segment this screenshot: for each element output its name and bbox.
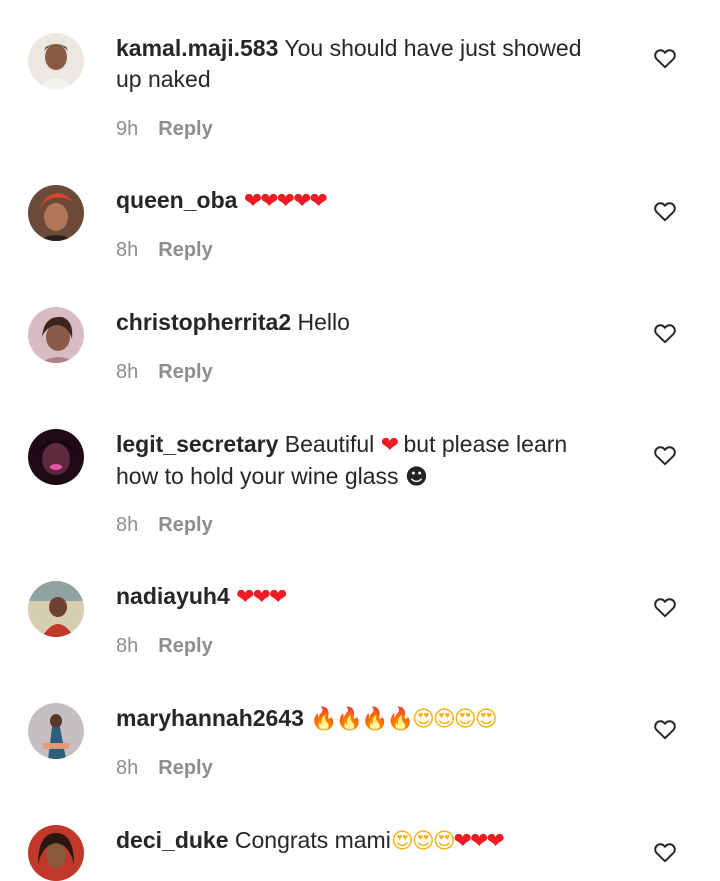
heart-outline-icon [654,202,676,222]
avatar[interactable] [28,429,84,485]
comment-text: deci_duke Congrats mami😍😍😍❤❤❤ [116,825,636,857]
comment-message-line2: how to hold your wine glass [116,463,399,489]
comment-body: queen_oba ❤❤❤❤❤ 8h Reply [116,185,636,261]
reply-button[interactable]: Reply [158,635,212,657]
heart-eyes-emoji: 😍😍😍😍 [411,707,498,732]
reply-button[interactable]: Reply [158,757,212,779]
heart-outline-icon [654,720,676,740]
comment-meta: 8h Reply [116,361,213,384]
reply-button[interactable]: Reply [158,239,212,261]
avatar[interactable] [28,307,84,363]
comment-meta: 8h Reply [116,757,213,780]
avatar[interactable] [28,581,84,637]
heart-outline-icon [654,843,676,863]
comment-body: kamal.maji.583 You should have just show… [116,33,636,140]
heart-outline-icon [654,446,676,466]
comment-text: maryhannah2643 🔥🔥🔥🔥😍😍😍😍 [116,703,636,735]
comment-timestamp: 9h [116,118,139,140]
comment-message-cont: but please learn [403,431,568,457]
comment-body: legit_secretary Beautiful ❤ but please l… [116,429,636,536]
comment-body: christopherrita2 Hello 8h Reply [116,307,636,383]
comment-timestamp: 8h [116,239,139,261]
comment-body: maryhannah2643 🔥🔥🔥🔥😍😍😍😍 8h Reply [116,703,636,779]
comment-timestamp: 8h [116,757,139,779]
like-button[interactable] [652,198,684,228]
comment-text: christopherrita2 Hello [116,307,636,338]
heart-outline-icon [654,49,676,69]
avatar[interactable] [28,33,84,89]
comment-message: Beautiful [284,431,375,457]
avatar[interactable] [28,703,84,759]
comment-username[interactable]: christopherrita2 [116,309,291,335]
comment-body: nadiayuh4 ❤❤❤ 8h Reply [116,581,636,657]
reply-button[interactable]: Reply [158,361,212,383]
avatar-image [28,429,84,485]
comment-message: Congrats mami [234,827,391,853]
comment-message: You should have just showed [284,35,582,61]
comment-meta: 8h Reply [116,635,213,658]
comment-username[interactable]: nadiayuh4 [116,583,230,609]
comment-message: Hello [297,309,350,335]
heart-emoji: ❤❤❤ [236,585,287,610]
like-button[interactable] [652,45,684,75]
fire-emoji: 🔥🔥🔥🔥 [310,707,414,732]
comment-text: legit_secretary Beautiful ❤ but please l… [116,429,636,493]
comment-text: kamal.maji.583 You should have just show… [116,33,636,95]
heart-emoji: ❤ [380,433,399,458]
comment-timestamp: 8h [116,514,139,536]
comment-username[interactable]: deci_duke [116,827,229,853]
comment-timestamp: 8h [116,361,139,383]
comment-meta: 9h Reply [116,118,213,141]
avatar-image [28,581,84,637]
reply-button[interactable]: Reply [158,118,212,140]
heart-outline-icon [654,324,676,344]
comment-meta: 8h Reply [116,514,213,537]
avatar-image [28,825,84,881]
like-button[interactable] [652,839,684,869]
reply-button[interactable]: Reply [158,514,212,536]
heart-emoji: ❤❤❤ [453,829,505,854]
avatar-image [28,307,84,363]
avatar-image [28,185,84,241]
avatar-image [28,33,84,89]
like-button[interactable] [652,442,684,472]
comment-meta: 8h Reply [116,239,213,262]
comment-username[interactable]: legit_secretary [116,431,278,457]
avatar[interactable] [28,185,84,241]
comment-body: deci_duke Congrats mami😍😍😍❤❤❤ [116,825,636,857]
comments-list: kamal.maji.583 You should have just show… [0,0,720,881]
like-button[interactable] [652,594,684,624]
like-button[interactable] [652,716,684,746]
comment-text: nadiayuh4 ❤❤❤ [116,581,636,613]
smiley-emoji: ☻ [404,465,428,490]
comment-text: queen_oba ❤❤❤❤❤ [116,185,636,217]
comment-username[interactable]: kamal.maji.583 [116,35,278,61]
avatar-image [28,703,84,759]
heart-outline-icon [654,598,676,618]
like-button[interactable] [652,320,684,350]
heart-eyes-emoji: 😍😍😍 [390,829,456,854]
avatar[interactable] [28,825,84,881]
comment-username[interactable]: maryhannah2643 [116,705,304,731]
comment-timestamp: 8h [116,635,139,657]
comment-message-line2: up naked [116,66,211,92]
comment-username[interactable]: queen_oba [116,187,237,213]
heart-emoji: ❤❤❤❤❤ [243,189,328,214]
